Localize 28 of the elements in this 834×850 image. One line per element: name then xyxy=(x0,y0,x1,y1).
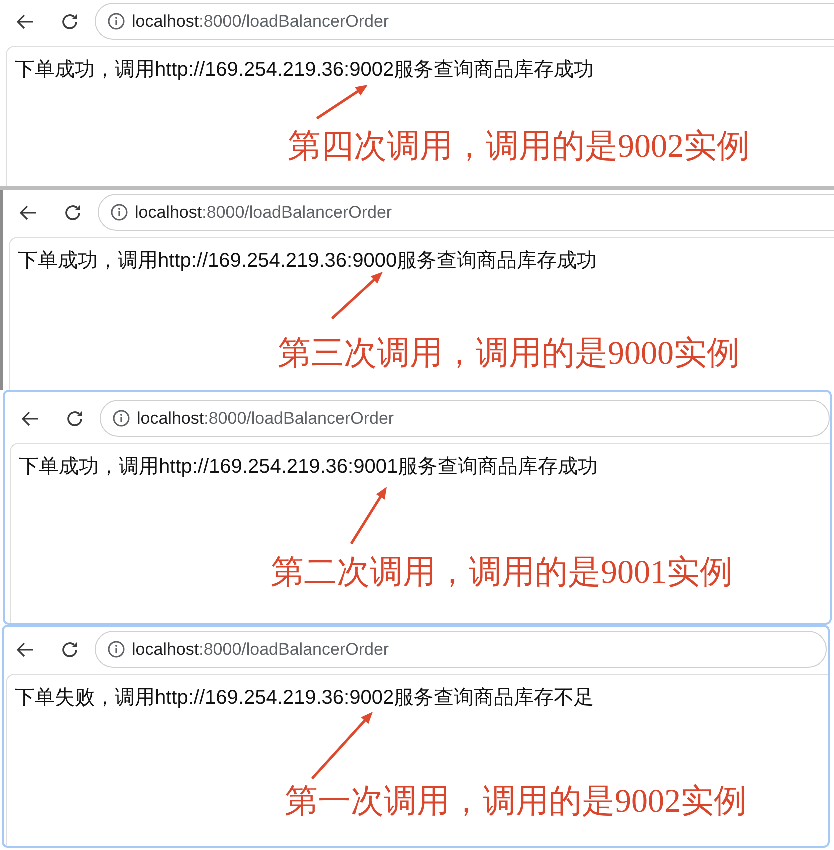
address-field[interactable]: localhost:8000/loadBalancerOrder xyxy=(100,400,830,437)
response-message: 下单成功，调用http://169.254.219.36:9000服务查询商品库存成功 xyxy=(18,249,598,273)
response-message: 下单成功，调用http://169.254.219.36:9002服务查询商品库存成功 xyxy=(15,58,594,82)
address-field[interactable]: localhost:8000/loadBalancerOrder xyxy=(95,631,827,668)
info-icon xyxy=(108,641,125,658)
info-icon xyxy=(111,204,128,221)
reload-icon xyxy=(63,202,83,222)
annotation-arrow xyxy=(312,712,373,780)
address-field[interactable]: localhost:8000/loadBalancerOrder xyxy=(98,194,834,231)
reload-button[interactable] xyxy=(65,408,85,428)
annotation-text: 第一次调用，调用的是9002实例 xyxy=(285,783,747,822)
reload-icon xyxy=(60,12,80,32)
annotation-arrow xyxy=(332,272,383,320)
response-message: 下单成功，调用http://169.254.219.36:9001服务查询商品库存成功 xyxy=(19,455,598,479)
reload-button[interactable] xyxy=(60,640,80,660)
annotation-arrow xyxy=(316,85,368,120)
annotation-text: 第三次调用，调用的是9000实例 xyxy=(278,335,740,374)
address-field[interactable]: localhost:8000/loadBalancerOrder xyxy=(95,3,834,40)
reload-button[interactable] xyxy=(60,12,80,32)
reload-icon xyxy=(65,408,85,428)
annotation-arrow xyxy=(350,487,387,544)
annotation-text: 第四次调用，调用的是9002实例 xyxy=(288,128,750,167)
reload-icon xyxy=(60,640,80,660)
info-icon xyxy=(113,410,130,427)
response-message: 下单失败，调用http://169.254.219.36:9002服务查询商品库存不足 xyxy=(15,686,594,710)
annotation-text: 第二次调用，调用的是9001实例 xyxy=(271,554,733,593)
info-icon xyxy=(108,13,125,30)
reload-button[interactable] xyxy=(63,202,83,222)
